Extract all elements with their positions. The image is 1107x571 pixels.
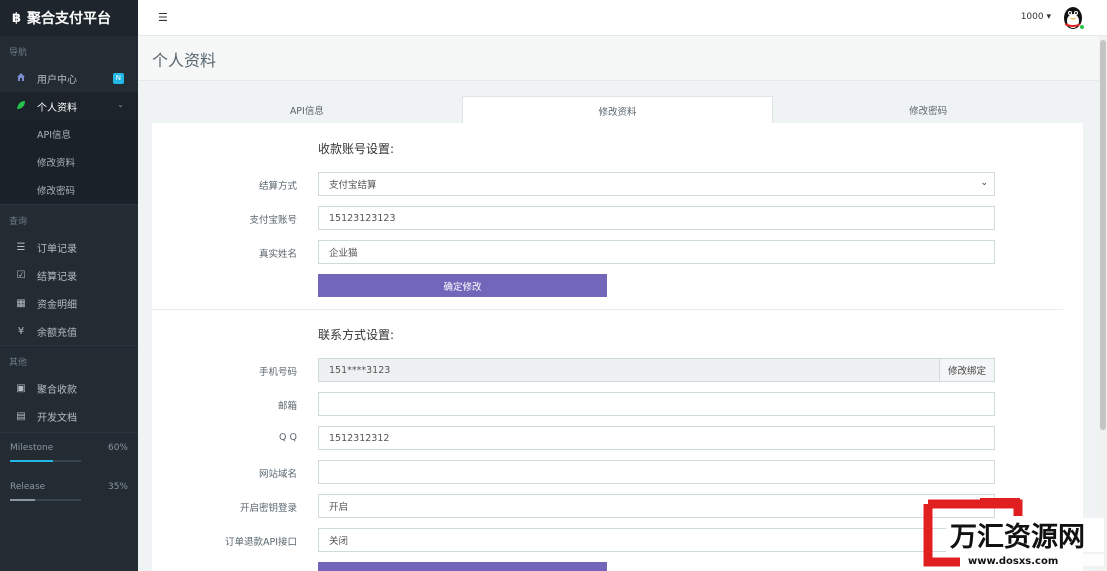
email-input[interactable] — [318, 392, 995, 416]
key-login-label: 开启密钥登录 — [239, 503, 297, 514]
sidebar-item-label: 开发文档 — [37, 412, 77, 424]
sidebar-item-settlements[interactable]: ☑ 结算记录 — [0, 261, 138, 289]
sidebar-subitem-api-info[interactable]: API信息 — [0, 120, 138, 148]
profile-submenu: API信息 修改资料 修改密码 — [0, 120, 138, 204]
brand-name: 聚合支付平台 — [27, 11, 112, 27]
nav-section-heading: 导航 — [9, 48, 28, 58]
top-header: ☰ 1000 ▾ — [138, 0, 1107, 36]
watermark-url: www.dosxs.com — [968, 556, 1058, 567]
sidebar: ฿ 聚合支付平台 导航 用户中心 N 个人资料 ⌄ API信息 修改资料 修改密… — [0, 0, 138, 571]
book-icon: ▤ — [16, 410, 26, 422]
yen-icon: ¥ — [17, 325, 25, 337]
progress-milestone: Milestone 60% — [10, 443, 128, 453]
key-login-select[interactable]: 开启 — [318, 494, 995, 518]
progress-fill — [10, 460, 53, 462]
penguin-avatar-icon — [1064, 7, 1085, 30]
qq-label: Q Q — [279, 432, 297, 443]
sidebar-item-recharge[interactable]: ¥ 余额充值 — [0, 317, 138, 345]
sidebar-item-label: 订单记录 — [37, 243, 77, 255]
change-binding-button[interactable]: 修改绑定 — [938, 359, 994, 381]
sidebar-item-dev-docs[interactable]: ▤ 开发文档 — [0, 402, 138, 430]
select-value: 支付宝结算 — [329, 180, 377, 191]
sidebar-divider — [0, 432, 138, 433]
tab-api-info[interactable]: API信息 — [152, 96, 462, 124]
settle-method-select[interactable]: 支付宝结算 ⌄ — [318, 172, 995, 196]
alipay-account-label: 支付宝账号 — [249, 215, 297, 226]
confirm-settlement-button[interactable]: 确定修改 — [318, 274, 607, 297]
new-badge: N — [112, 73, 124, 84]
menu-toggle-icon[interactable]: ☰ — [158, 11, 168, 24]
tab-change-password[interactable]: 修改密码 — [773, 96, 1083, 124]
qrcode-icon: ▣ — [16, 382, 26, 394]
tab-bar: API信息 修改资料 修改密码 — [152, 96, 1083, 124]
list-icon: ☰ — [16, 241, 26, 253]
watermark-brand: 万汇资源网 — [950, 522, 1085, 553]
sidebar-item-label: 余额充值 — [37, 327, 77, 339]
calendar-icon: ▦ — [16, 297, 26, 309]
phone-label: 手机号码 — [258, 367, 297, 378]
settle-method-label: 结算方式 — [258, 181, 297, 192]
sidebar-item-label: 个人资料 — [37, 102, 77, 114]
progress-block: Milestone 60% Release 35% — [0, 443, 138, 501]
bitcoin-icon: ฿ — [12, 10, 22, 26]
brand[interactable]: ฿ 聚合支付平台 — [0, 0, 138, 36]
settlement-section-title: 收款账号设置: — [318, 142, 395, 156]
check-square-icon: ☑ — [16, 269, 26, 281]
confirm-contact-button[interactable] — [318, 562, 607, 571]
contact-section-title: 联系方式设置: — [318, 328, 395, 342]
progress-value: 60% — [107, 443, 128, 453]
email-label: 邮箱 — [277, 401, 297, 412]
sidebar-item-user-center[interactable]: 用户中心 N — [0, 64, 138, 92]
tab-edit-profile[interactable]: 修改资料 — [461, 96, 774, 124]
progress-label: Milestone — [10, 443, 54, 453]
phone-input: 151****3123 修改绑定 — [318, 358, 995, 382]
site-domain-label: 网站域名 — [258, 469, 297, 480]
chevron-down-icon: ⌄ — [980, 178, 988, 188]
user-dropdown[interactable]: 1000 ▾ — [1021, 12, 1051, 22]
sidebar-item-funds[interactable]: ▦ 资金明细 — [0, 289, 138, 317]
real-name-label: 真实姓名 — [258, 249, 297, 260]
chevron-down-icon: ⌄ — [117, 100, 124, 109]
sidebar-item-profile[interactable]: 个人资料 ⌄ — [0, 92, 138, 120]
watermark-logo: 万汇资源网 www.dosxs.com — [920, 496, 1106, 568]
progress-track — [10, 460, 81, 462]
progress-track — [10, 499, 81, 501]
sidebar-item-label: 结算记录 — [37, 271, 77, 283]
sidebar-item-label: 资金明细 — [37, 299, 77, 311]
sidebar-item-orders[interactable]: ☰ 订单记录 — [0, 233, 138, 261]
sidebar-item-label: 用户中心 — [37, 74, 77, 86]
page-title: 个人资料 — [152, 51, 217, 70]
scrollbar-thumb[interactable] — [1100, 40, 1106, 430]
section-divider — [152, 309, 1063, 310]
phone-value: 151****3123 — [329, 364, 391, 376]
sidebar-subitem-edit-profile[interactable]: 修改资料 — [0, 148, 138, 176]
progress-label: Release — [10, 482, 46, 492]
refund-api-label: 订单退款API接口 — [224, 537, 297, 548]
alipay-account-input[interactable]: 15123123123 — [318, 206, 995, 230]
sidebar-subitem-change-password[interactable]: 修改密码 — [0, 176, 138, 204]
sidebar-item-label: 聚合收款 — [37, 384, 77, 396]
progress-value: 35% — [107, 482, 128, 492]
home-icon — [14, 72, 28, 85]
progress-fill — [10, 499, 35, 501]
leaf-icon — [14, 100, 28, 113]
qq-input[interactable]: 1512312312 — [318, 426, 995, 450]
progress-release: Release 35% — [10, 482, 128, 492]
site-domain-input[interactable] — [318, 460, 995, 484]
query-section-heading: 查询 — [9, 217, 28, 227]
refund-api-select[interactable]: 关闭 — [318, 528, 995, 552]
avatar[interactable] — [1061, 4, 1085, 30]
sidebar-item-aggregate-collect[interactable]: ▣ 聚合收款 — [0, 374, 138, 402]
real-name-input[interactable]: 企业猫 — [318, 240, 995, 264]
other-section-heading: 其他 — [9, 358, 28, 368]
title-bar: 个人资料 — [138, 36, 1099, 81]
